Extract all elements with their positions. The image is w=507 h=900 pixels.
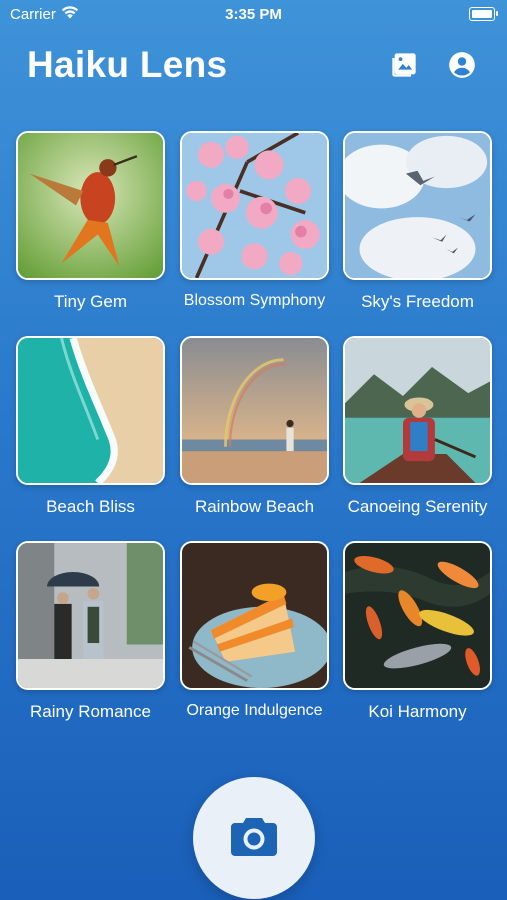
photo-caption: Canoeing Serenity	[347, 497, 488, 516]
photo-caption: Sky's Freedom	[361, 292, 474, 311]
photo-tile-beach-bliss[interactable]: Beach Bliss	[16, 336, 165, 517]
account-circle-icon	[448, 51, 476, 84]
camera-icon	[231, 816, 277, 861]
photo-caption: Beach Bliss	[46, 497, 135, 516]
photo-tile-tiny-gem[interactable]: Tiny Gem	[16, 131, 165, 312]
app-title: Haiku Lens	[27, 44, 228, 85]
photo-tile-rainbow-beach[interactable]: Rainbow Beach	[180, 336, 329, 517]
photo-thumbnail	[180, 336, 329, 485]
photo-caption: Rainy Romance	[30, 702, 151, 721]
status-time: 3:35 PM	[225, 6, 282, 23]
photo-tile-rainy-romance[interactable]: Rainy Romance	[16, 541, 165, 722]
photo-tile-skys-freedom[interactable]: Sky's Freedom	[343, 131, 492, 312]
photo-tile-blossom-symphony[interactable]: Blossom Symphony	[180, 131, 329, 310]
gallery-button[interactable]	[387, 50, 421, 84]
photo-caption: Tiny Gem	[53, 292, 128, 311]
status-bar: Carrier 3:35 PM	[0, 0, 507, 28]
photo-caption: Blossom Symphony	[183, 292, 326, 309]
photo-caption: Koi Harmony	[368, 702, 467, 721]
photo-thumbnail	[343, 541, 492, 690]
photo-gallery-icon	[390, 51, 418, 84]
camera-button[interactable]	[193, 777, 315, 899]
profile-button[interactable]	[445, 50, 479, 84]
photo-thumbnail	[16, 336, 165, 485]
photo-thumbnail	[343, 336, 492, 485]
photo-thumbnail	[180, 541, 329, 690]
photo-caption: Orange Indulgence	[186, 702, 323, 719]
photo-tile-koi-harmony[interactable]: Koi Harmony	[343, 541, 492, 722]
photo-tile-canoeing-serenity[interactable]: Canoeing Serenity	[343, 336, 492, 517]
photo-thumbnail	[16, 541, 165, 690]
photo-caption: Rainbow Beach	[194, 497, 315, 516]
photo-thumbnail	[343, 131, 492, 280]
photo-thumbnail	[16, 131, 165, 280]
photo-grid: Tiny Gem Blossom Symphony Sky's Freedom …	[16, 131, 492, 731]
battery-icon	[469, 7, 498, 21]
photo-thumbnail	[180, 131, 329, 280]
photo-tile-orange-indulgence[interactable]: Orange Indulgence	[180, 541, 329, 720]
